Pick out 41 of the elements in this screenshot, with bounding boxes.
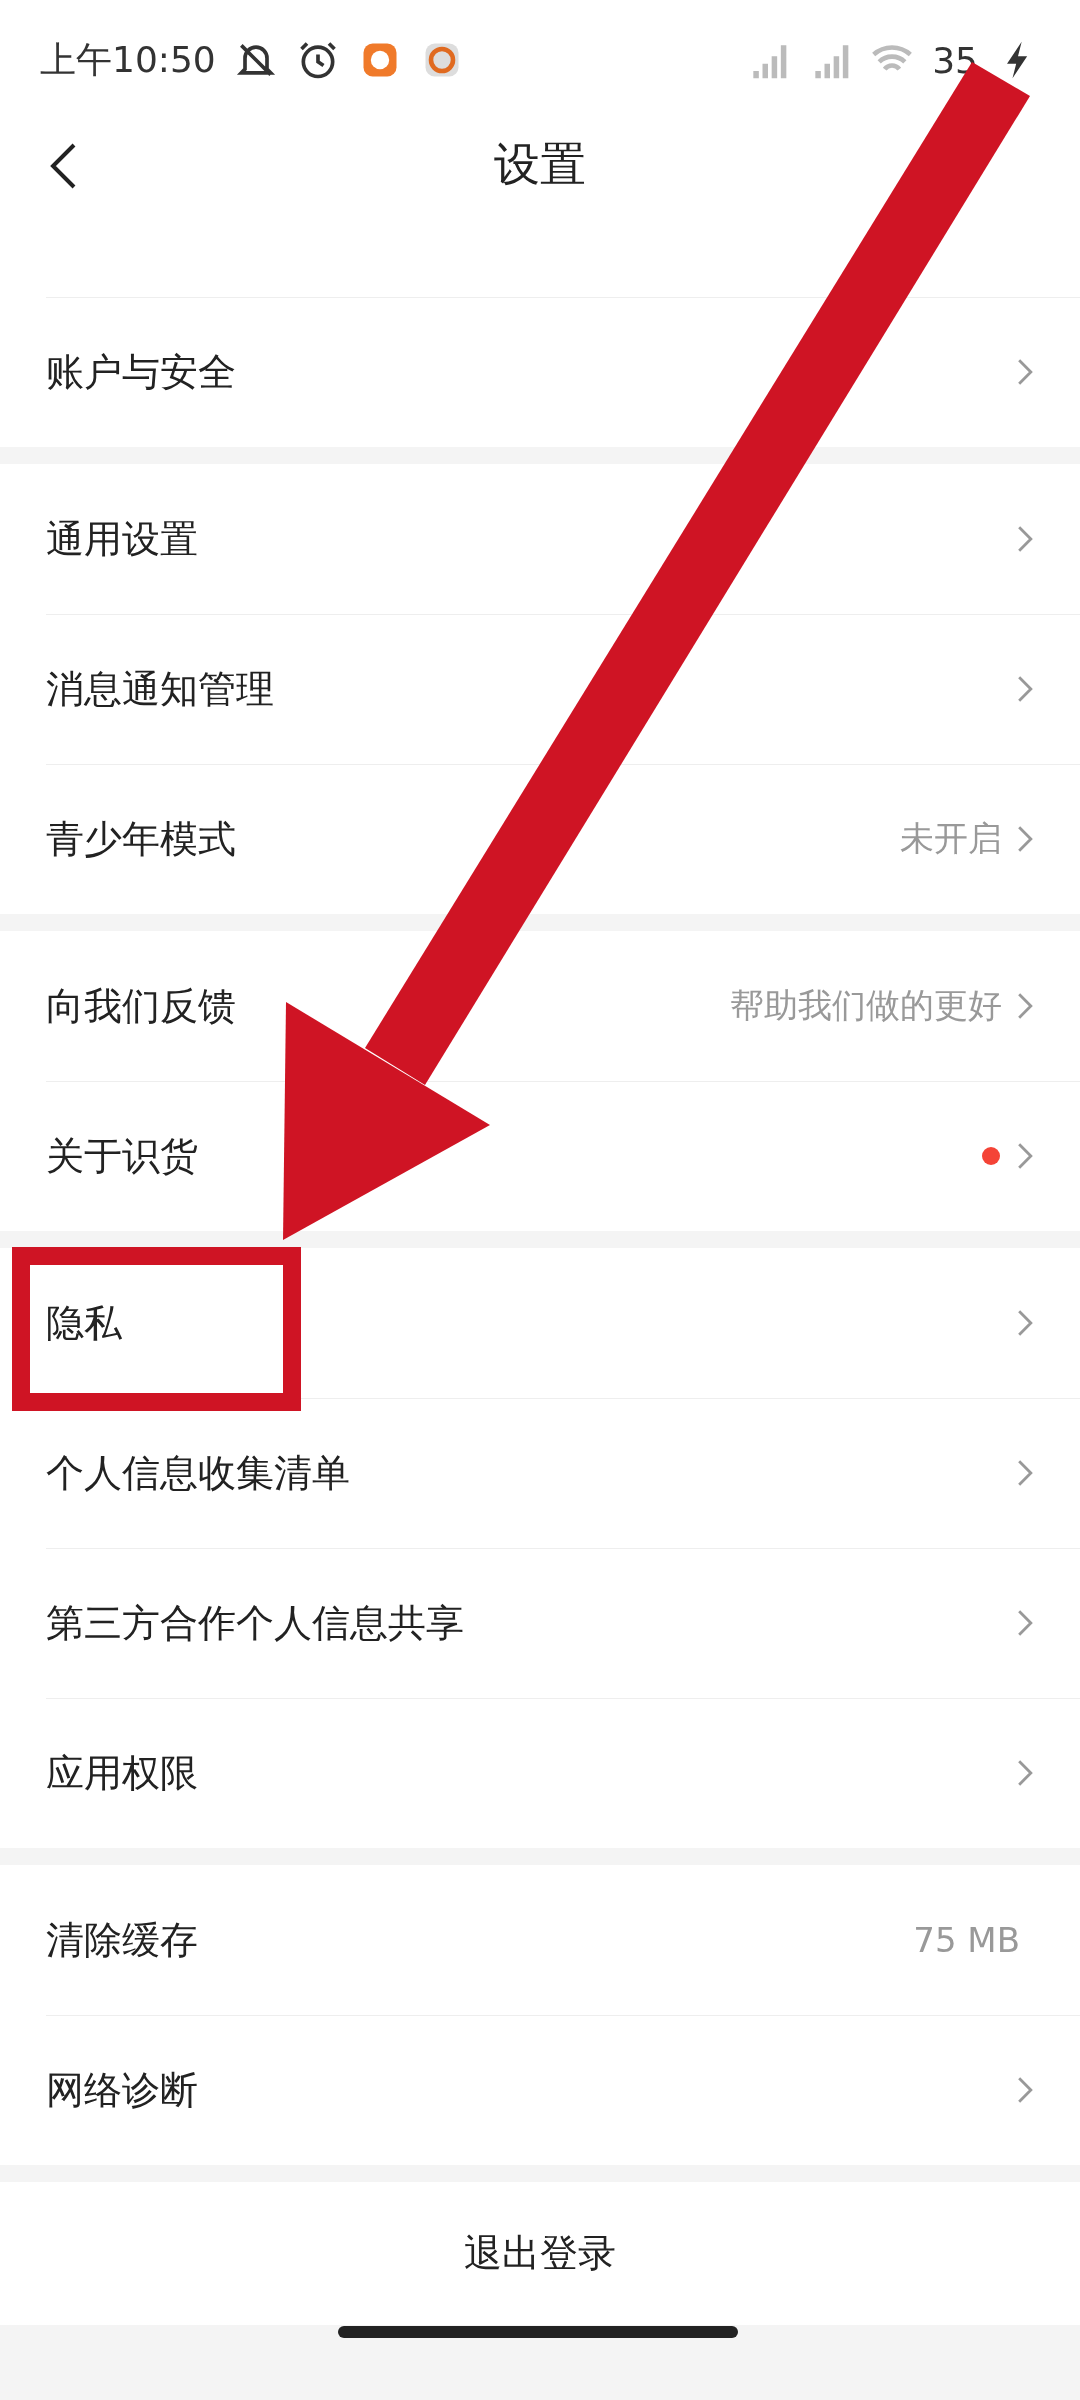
row-label: 通用设置	[46, 515, 199, 563]
settings-row[interactable]: 第三方合作个人信息共享	[0, 1548, 1080, 1698]
row-label: 账户与安全	[46, 348, 237, 396]
chevron-icon	[1016, 525, 1034, 553]
settings-row[interactable]: 网络诊断	[0, 2015, 1080, 2165]
chevron-icon	[1016, 992, 1034, 1020]
row-label: 网络诊断	[46, 2066, 199, 2114]
chevron-icon	[1016, 1759, 1034, 1787]
settings-row[interactable]: 隐私	[0, 1248, 1080, 1398]
chevron-icon	[1016, 1459, 1034, 1487]
row-label: 个人信息收集清单	[46, 1449, 351, 1497]
logout-button[interactable]: 退出登录	[0, 2182, 1080, 2325]
chevron-icon	[1016, 1309, 1034, 1337]
chevron-icon	[1016, 675, 1034, 703]
settings-row[interactable]: 青少年模式 未开启	[0, 764, 1080, 914]
row-label: 第三方合作个人信息共享	[46, 1599, 465, 1647]
settings-row[interactable]: 关于识货	[0, 1081, 1080, 1231]
chevron-icon	[1016, 358, 1034, 386]
status-time: 上午10:50	[40, 37, 216, 82]
row-value: 75 MB	[913, 1920, 1020, 1960]
row-label: 应用权限	[46, 1749, 199, 1797]
settings-row[interactable]: 向我们反馈 帮助我们做的更好	[0, 931, 1080, 1081]
back-icon[interactable]	[48, 142, 78, 190]
settings-row[interactable]: 清除缓存 75 MB	[0, 1865, 1080, 2015]
chevron-icon	[1016, 1609, 1034, 1637]
row-label: 消息通知管理	[46, 665, 275, 713]
chevron-icon	[1016, 1142, 1034, 1170]
row-label: 关于识货	[46, 1132, 199, 1180]
row-label: 青少年模式	[46, 815, 237, 863]
chevron-icon	[1016, 825, 1034, 853]
page-title: 设置	[494, 136, 586, 193]
settings-row[interactable]: 消息通知管理	[0, 614, 1080, 764]
row-value: 未开启	[900, 817, 1002, 860]
settings-row[interactable]: 应用权限	[0, 1698, 1080, 1848]
row-label: 隐私	[46, 1299, 123, 1347]
settings-row[interactable]: 通用设置	[0, 464, 1080, 614]
row-label: 清除缓存	[46, 1916, 199, 1964]
row-label: 向我们反馈	[46, 982, 237, 1030]
settings-row[interactable]: 个人信息收集清单	[0, 1398, 1080, 1548]
row-value: 帮助我们做的更好	[730, 984, 1002, 1027]
chevron-icon	[1016, 2076, 1034, 2104]
